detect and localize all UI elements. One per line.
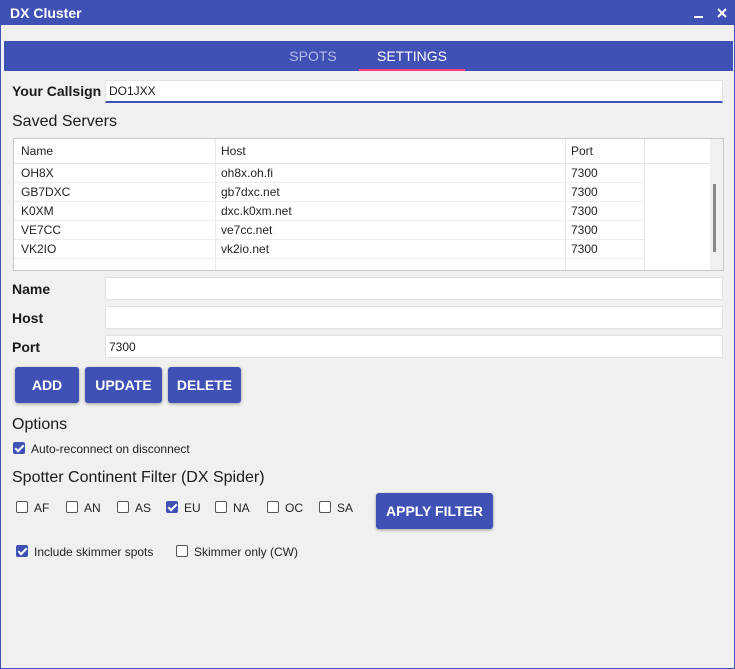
port-label: Port xyxy=(12,339,40,355)
saved-servers-heading: Saved Servers xyxy=(12,113,117,130)
column-divider xyxy=(215,139,216,270)
servers-table: Name Host Port OH8X oh8x.oh.fi 7300 GB7D… xyxy=(13,138,724,271)
add-button[interactable]: ADD xyxy=(15,367,79,403)
skimmer-only-checkbox[interactable] xyxy=(176,545,188,557)
continent-na-checkbox[interactable] xyxy=(215,501,227,513)
continent-filter-heading: Spotter Continent Filter (DX Spider) xyxy=(12,469,265,486)
server-name-cell: VE7CC xyxy=(21,223,62,237)
app-window: DX Cluster SPOTS SETTINGS Your Callsign … xyxy=(0,0,735,669)
table-scrollbar-thumb[interactable] xyxy=(713,184,716,252)
host-label: Host xyxy=(12,310,44,326)
server-name-cell: OH8X xyxy=(21,166,54,180)
column-header-port[interactable]: Port xyxy=(571,144,593,158)
name-input[interactable] xyxy=(105,277,723,300)
close-icon xyxy=(717,8,727,18)
callsign-label: Your Callsign xyxy=(12,83,102,99)
window-title: DX Cluster xyxy=(10,5,82,21)
server-port-cell: 7300 xyxy=(571,185,598,199)
server-port-cell: 7300 xyxy=(571,223,598,237)
continent-as-label: AS xyxy=(135,501,152,515)
skimmer-only-label: Skimmer only (CW) xyxy=(194,545,298,559)
server-name-cell: K0XM xyxy=(21,204,54,218)
server-host-cell: gb7dxc.net xyxy=(221,185,280,199)
tab-spots-label: SPOTS xyxy=(289,48,337,64)
tab-settings[interactable]: SETTINGS xyxy=(359,41,465,71)
server-port-cell: 7300 xyxy=(571,242,598,256)
continent-an-checkbox[interactable] xyxy=(66,501,78,513)
continent-af-checkbox[interactable] xyxy=(16,501,28,513)
apply-filter-button[interactable]: APPLY FILTER xyxy=(376,493,493,529)
close-button[interactable] xyxy=(710,1,734,25)
port-input[interactable]: 7300 xyxy=(105,335,723,358)
minimize-button[interactable] xyxy=(687,1,711,25)
server-host-cell: dxc.k0xm.net xyxy=(221,204,292,218)
tab-bar: SPOTS SETTINGS xyxy=(4,41,733,71)
include-skimmer-checkbox[interactable] xyxy=(16,545,28,557)
callsign-input[interactable]: DO1JXX xyxy=(105,80,723,103)
continent-sa-label: SA xyxy=(337,501,354,515)
row-divider xyxy=(14,239,644,240)
server-name-cell: VK2IO xyxy=(21,242,57,256)
row-divider xyxy=(14,182,644,183)
continent-an-label: AN xyxy=(84,501,101,515)
tab-spots[interactable]: SPOTS xyxy=(268,41,358,71)
row-divider xyxy=(14,201,644,202)
continent-eu-label: EU xyxy=(184,501,201,515)
auto-reconnect-label: Auto-reconnect on disconnect xyxy=(31,442,190,456)
active-tab-indicator xyxy=(359,69,465,71)
continent-af-label: AF xyxy=(34,501,50,515)
name-label: Name xyxy=(12,281,51,297)
continent-sa-checkbox[interactable] xyxy=(319,501,331,513)
column-header-host[interactable]: Host xyxy=(221,144,246,158)
row-divider xyxy=(14,258,644,259)
minimize-icon xyxy=(694,16,703,18)
update-button[interactable]: UPDATE xyxy=(85,367,162,403)
column-divider xyxy=(644,139,645,270)
continent-oc-label: OC xyxy=(285,501,303,515)
column-divider xyxy=(565,139,566,270)
auto-reconnect-checkbox[interactable] xyxy=(13,442,25,454)
server-host-cell: oh8x.oh.fi xyxy=(221,166,274,180)
options-heading: Options xyxy=(12,416,68,433)
row-divider xyxy=(14,220,644,221)
host-input[interactable] xyxy=(105,306,723,329)
continent-eu-checkbox[interactable] xyxy=(166,501,178,513)
table-scrollbar[interactable] xyxy=(710,139,723,270)
server-port-cell: 7300 xyxy=(571,166,598,180)
table-header xyxy=(14,139,710,164)
column-header-name[interactable]: Name xyxy=(21,144,53,158)
continent-oc-checkbox[interactable] xyxy=(267,501,279,513)
server-host-cell: ve7cc.net xyxy=(221,223,273,237)
tab-settings-label: SETTINGS xyxy=(376,48,447,64)
server-name-cell: GB7DXC xyxy=(21,185,71,199)
delete-button[interactable]: DELETE xyxy=(168,367,241,403)
continent-na-label: NA xyxy=(233,501,250,515)
server-host-cell: vk2io.net xyxy=(221,242,270,256)
title-bar: DX Cluster xyxy=(1,1,734,25)
include-skimmer-label: Include skimmer spots xyxy=(34,545,154,559)
server-port-cell: 7300 xyxy=(571,204,598,218)
continent-as-checkbox[interactable] xyxy=(117,501,129,513)
